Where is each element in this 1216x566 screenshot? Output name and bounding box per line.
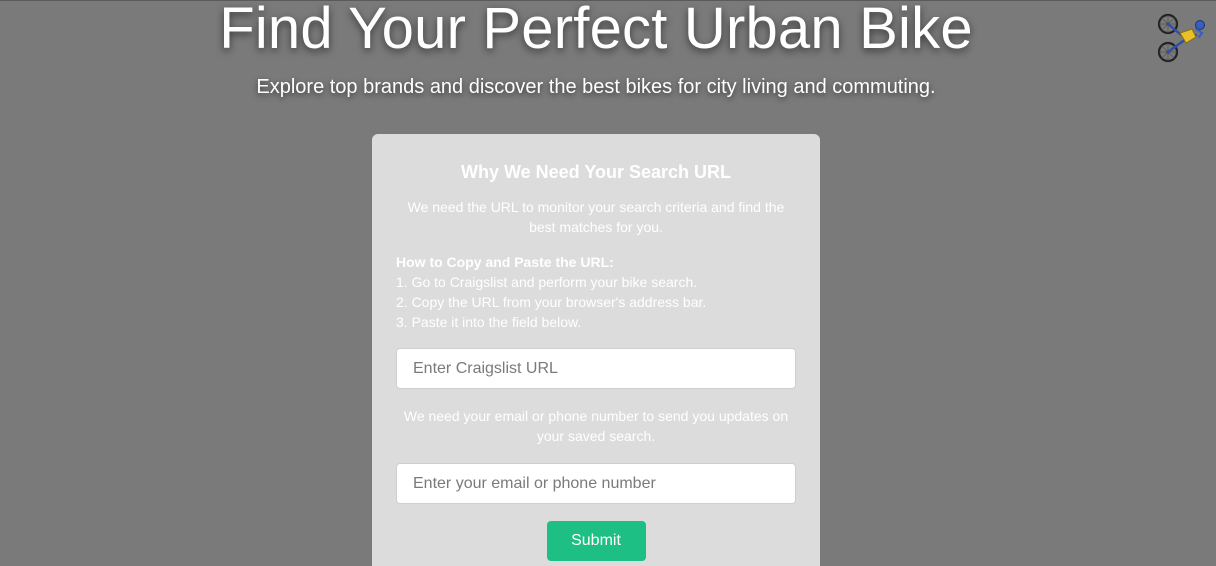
howto-instructions: How to Copy and Paste the URL: 1. Go to … — [396, 252, 796, 332]
rider-head — [1195, 20, 1205, 30]
howto-step: 1. Go to Craigslist and perform your bik… — [396, 274, 698, 290]
card-title: Why We Need Your Search URL — [460, 162, 732, 182]
howto-heading: How to Copy and Paste the URL: — [396, 254, 614, 270]
email-or-phone-input[interactable] — [396, 463, 796, 504]
page-title: Find Your Perfect Urban Bike — [219, 0, 973, 61]
submit-button[interactable]: Submit — [546, 521, 646, 561]
card-intro-text: We need the URL to monitor your search c… — [407, 199, 785, 235]
search-form-card: Why We Need Your Search URL We need the … — [372, 134, 820, 566]
howto-step: 2. Copy the URL from your browser's addr… — [396, 294, 707, 310]
craigslist-url-input[interactable] — [396, 348, 796, 389]
page-subtitle: Explore top brands and discover the best… — [256, 76, 936, 98]
recumbent-bike-icon[interactable] — [1156, 13, 1208, 63]
howto-step: 3. Paste it into the field below. — [396, 314, 582, 330]
contact-note-text: We need your email or phone number to se… — [403, 408, 789, 444]
rider-arm — [1194, 27, 1204, 39]
